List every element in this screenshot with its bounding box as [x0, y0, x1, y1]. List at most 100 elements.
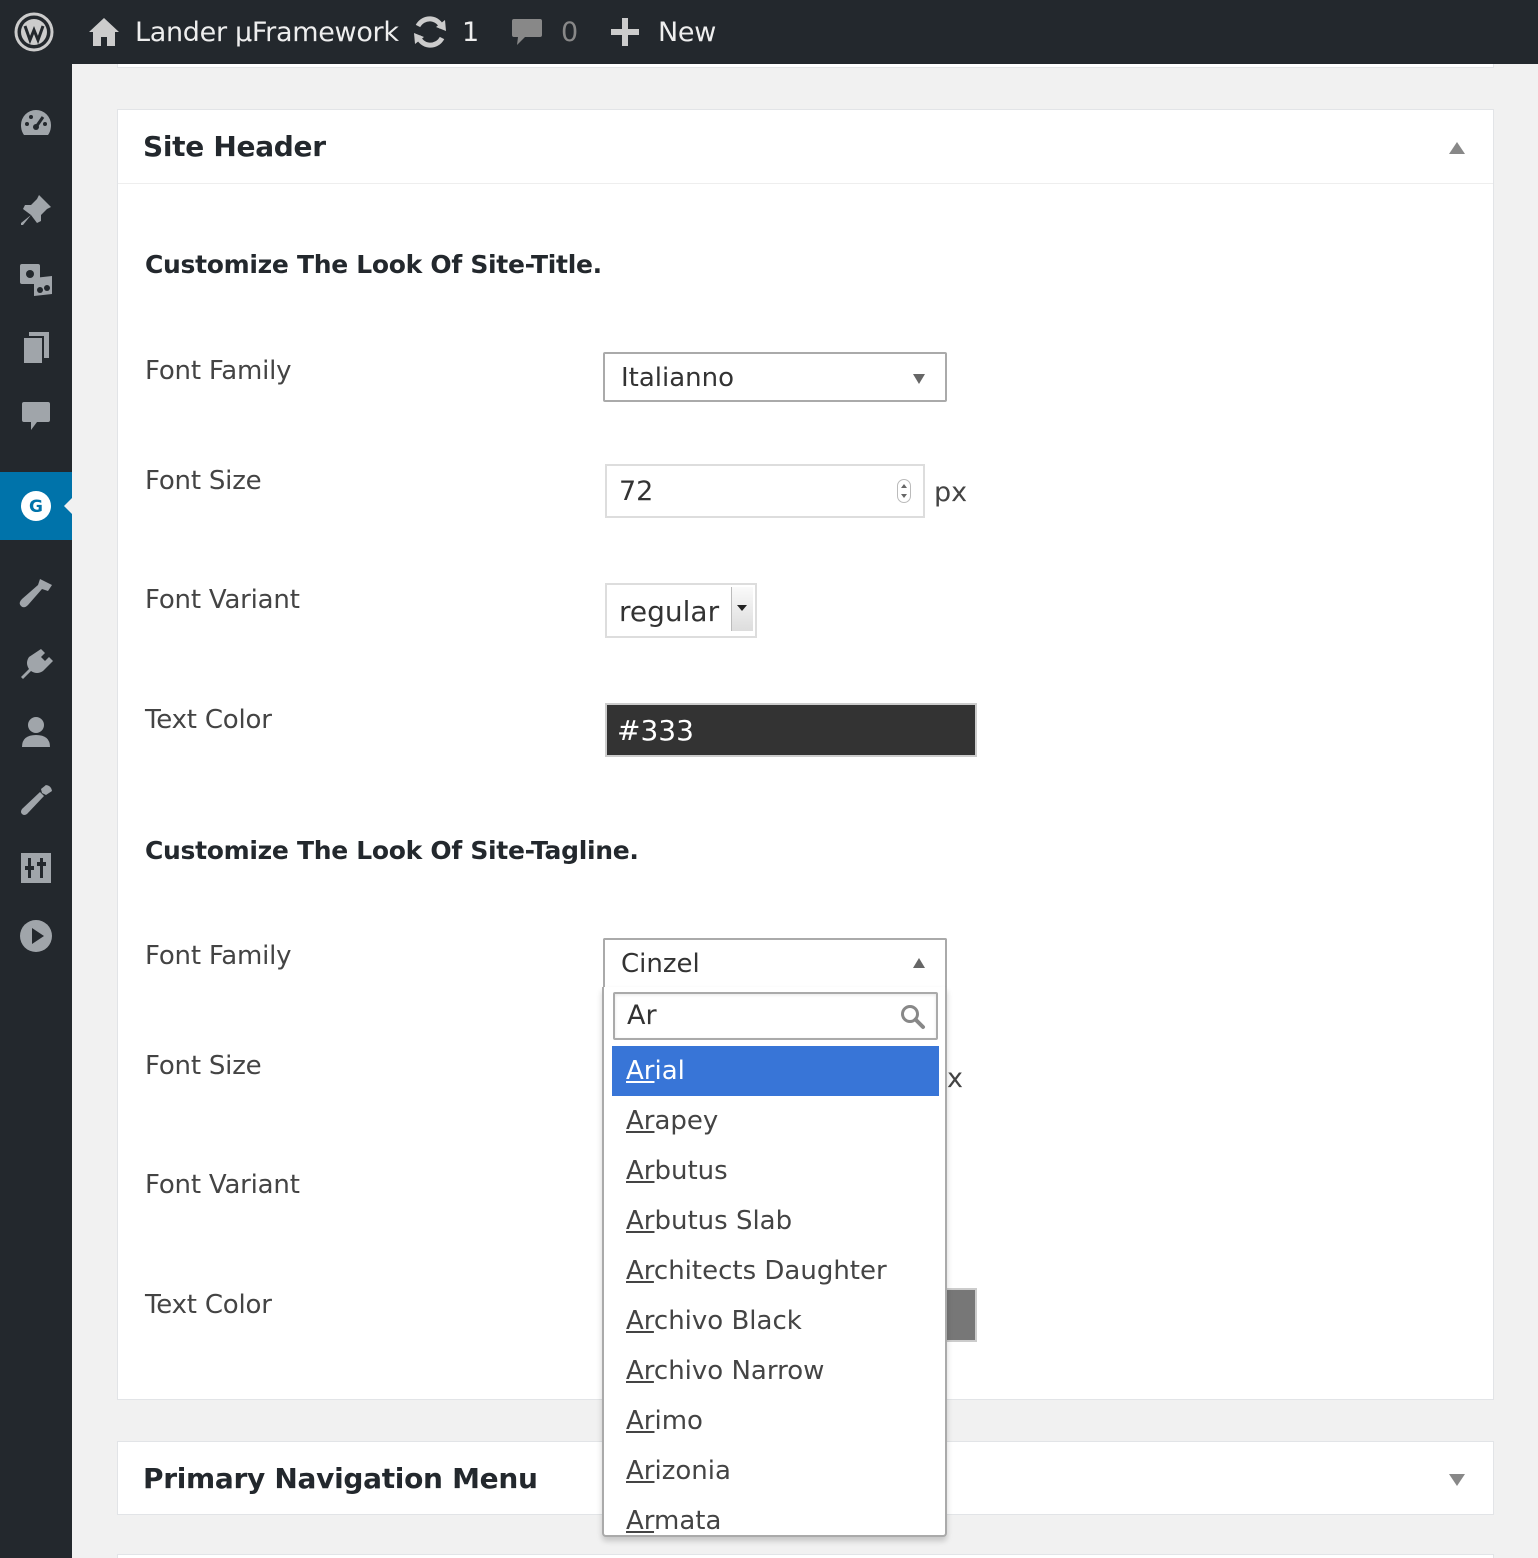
next-panel-edge [117, 1554, 1494, 1558]
font-option-match: Ar [626, 1456, 655, 1486]
new-label: New [658, 16, 716, 48]
comments-icon [511, 17, 543, 47]
sidebar-item-tools[interactable] [0, 766, 72, 834]
admin-sidebar: G [0, 64, 72, 1558]
tools-icon [21, 785, 52, 815]
font-option[interactable]: Arial [612, 1046, 939, 1096]
site-header-panel-header[interactable]: Site Header [118, 110, 1493, 184]
font-option-rest: chivo Narrow [653, 1356, 825, 1386]
search-icon [900, 1004, 926, 1034]
updates-icon [412, 15, 448, 49]
font-option-match: Ar [626, 1106, 655, 1136]
sidebar-item-dashboard[interactable] [0, 88, 72, 156]
font-search-value: Ar [627, 1000, 657, 1031]
font-option-rest: butus [654, 1156, 728, 1186]
sidebar-item-g[interactable]: G [0, 472, 72, 540]
title-font-size-value: 72 [619, 476, 654, 507]
font-option[interactable]: Architects Daughter [612, 1246, 939, 1296]
sidebar-item-pages[interactable] [0, 314, 72, 382]
g-icon: G [21, 491, 51, 521]
appearance-icon [19, 579, 52, 608]
title-font-variant-label: Font Variant [145, 585, 300, 615]
title-text-color-label: Text Color [145, 705, 272, 735]
font-option[interactable]: Arapey [612, 1096, 939, 1146]
wordpress-logo-icon[interactable] [14, 0, 54, 64]
font-option-rest: ial [654, 1056, 685, 1086]
tagline-font-family-select[interactable]: Cinzel [603, 938, 947, 988]
sidebar-item-media-player[interactable] [0, 902, 72, 970]
font-option-rest: butus Slab [654, 1206, 793, 1236]
font-option-rest: izonia [654, 1456, 731, 1486]
font-option-match: Ar [626, 1056, 655, 1086]
sidebar-item-posts[interactable] [0, 176, 72, 244]
font-option-match: Ar [626, 1156, 655, 1186]
title-font-variant-select[interactable]: regular [605, 583, 757, 638]
sidebar-item-appearance[interactable] [0, 560, 72, 628]
settings-icon [21, 853, 51, 883]
panel-title: Primary Navigation Menu [143, 1462, 538, 1495]
font-option-match: Ar [626, 1406, 655, 1436]
font-option[interactable]: Arbutus Slab [612, 1196, 939, 1246]
tagline-text-color-label: Text Color [145, 1290, 272, 1320]
font-option[interactable]: Armata [612, 1496, 939, 1536]
collapse-arrow-icon[interactable] [1449, 142, 1465, 154]
sidebar-item-settings[interactable] [0, 834, 72, 902]
site-link[interactable]: Lander µFramework [87, 0, 399, 64]
g-icon-letter: G [29, 497, 43, 517]
updates-link[interactable]: 1 [412, 0, 479, 64]
font-family-dropdown: Ar Arial Arapey Arbutus Arbutus Slab Archite… [602, 987, 947, 1537]
title-font-family-select[interactable]: Italianno [603, 352, 947, 402]
sidebar-item-users[interactable] [0, 698, 72, 766]
pages-icon [22, 332, 49, 365]
comments-icon [22, 402, 50, 430]
plugins-icon [21, 649, 53, 679]
plus-icon [610, 17, 640, 47]
dashboard-icon [21, 110, 51, 135]
font-option-rest: chivo Black [653, 1306, 802, 1336]
spinner-icon[interactable] [897, 479, 911, 503]
site-tagline-section-heading: Customize The Look Of Site-Tagline. [145, 836, 639, 865]
admin-bar: Lander µFramework 1 0 New [0, 0, 1538, 64]
tagline-font-size-unit: x [947, 1063, 963, 1094]
font-option-match: Ar [626, 1356, 654, 1386]
tagline-font-size-label: Font Size [145, 1051, 262, 1081]
title-text-color-value: #333 [617, 714, 694, 747]
font-option-rest: imo [654, 1406, 703, 1436]
font-option-rest: apey [654, 1106, 719, 1136]
font-options-list: Arial Arapey Arbutus Arbutus Slab Architects… [612, 1046, 939, 1536]
font-option-rest: mata [654, 1506, 722, 1536]
chevron-down-icon [913, 374, 925, 384]
media-icon [20, 264, 52, 296]
expand-arrow-icon[interactable] [1449, 1474, 1465, 1486]
font-search-input[interactable]: Ar [613, 992, 938, 1040]
font-option-match: Ar [626, 1256, 654, 1286]
title-font-family-value: Italianno [621, 363, 735, 393]
title-font-size-unit: px [934, 477, 968, 508]
font-option[interactable]: Archivo Black [612, 1296, 939, 1346]
site-title-section-heading: Customize The Look Of Site-Title. [145, 250, 602, 279]
sidebar-item-media[interactable] [0, 246, 72, 314]
font-option[interactable]: Archivo Narrow [612, 1346, 939, 1396]
title-font-variant-value: regular [619, 595, 720, 628]
tagline-font-family-label: Font Family [145, 941, 292, 971]
font-option[interactable]: Arizonia [612, 1446, 939, 1496]
title-font-size-input[interactable]: 72 [605, 464, 925, 518]
font-option[interactable]: Arimo [612, 1396, 939, 1446]
home-icon [87, 16, 121, 48]
comments-link[interactable]: 0 [511, 0, 578, 64]
previous-panel-edge [117, 64, 1494, 68]
sidebar-item-plugins[interactable] [0, 630, 72, 698]
users-icon [22, 717, 50, 747]
pin-icon [21, 195, 51, 225]
font-option[interactable]: Arbutus [612, 1146, 939, 1196]
font-option-match: Ar [626, 1306, 654, 1336]
title-font-size-label: Font Size [145, 466, 262, 496]
title-text-color-field[interactable]: #333 [605, 703, 977, 757]
sidebar-item-comments[interactable] [0, 382, 72, 450]
font-option-rest: chitects Daughter [653, 1256, 887, 1286]
site-name: Lander µFramework [135, 16, 399, 48]
new-content-link[interactable]: New [610, 0, 716, 64]
panel-title: Site Header [143, 130, 326, 163]
font-option-match: Ar [626, 1206, 655, 1236]
title-font-family-label: Font Family [145, 356, 292, 386]
